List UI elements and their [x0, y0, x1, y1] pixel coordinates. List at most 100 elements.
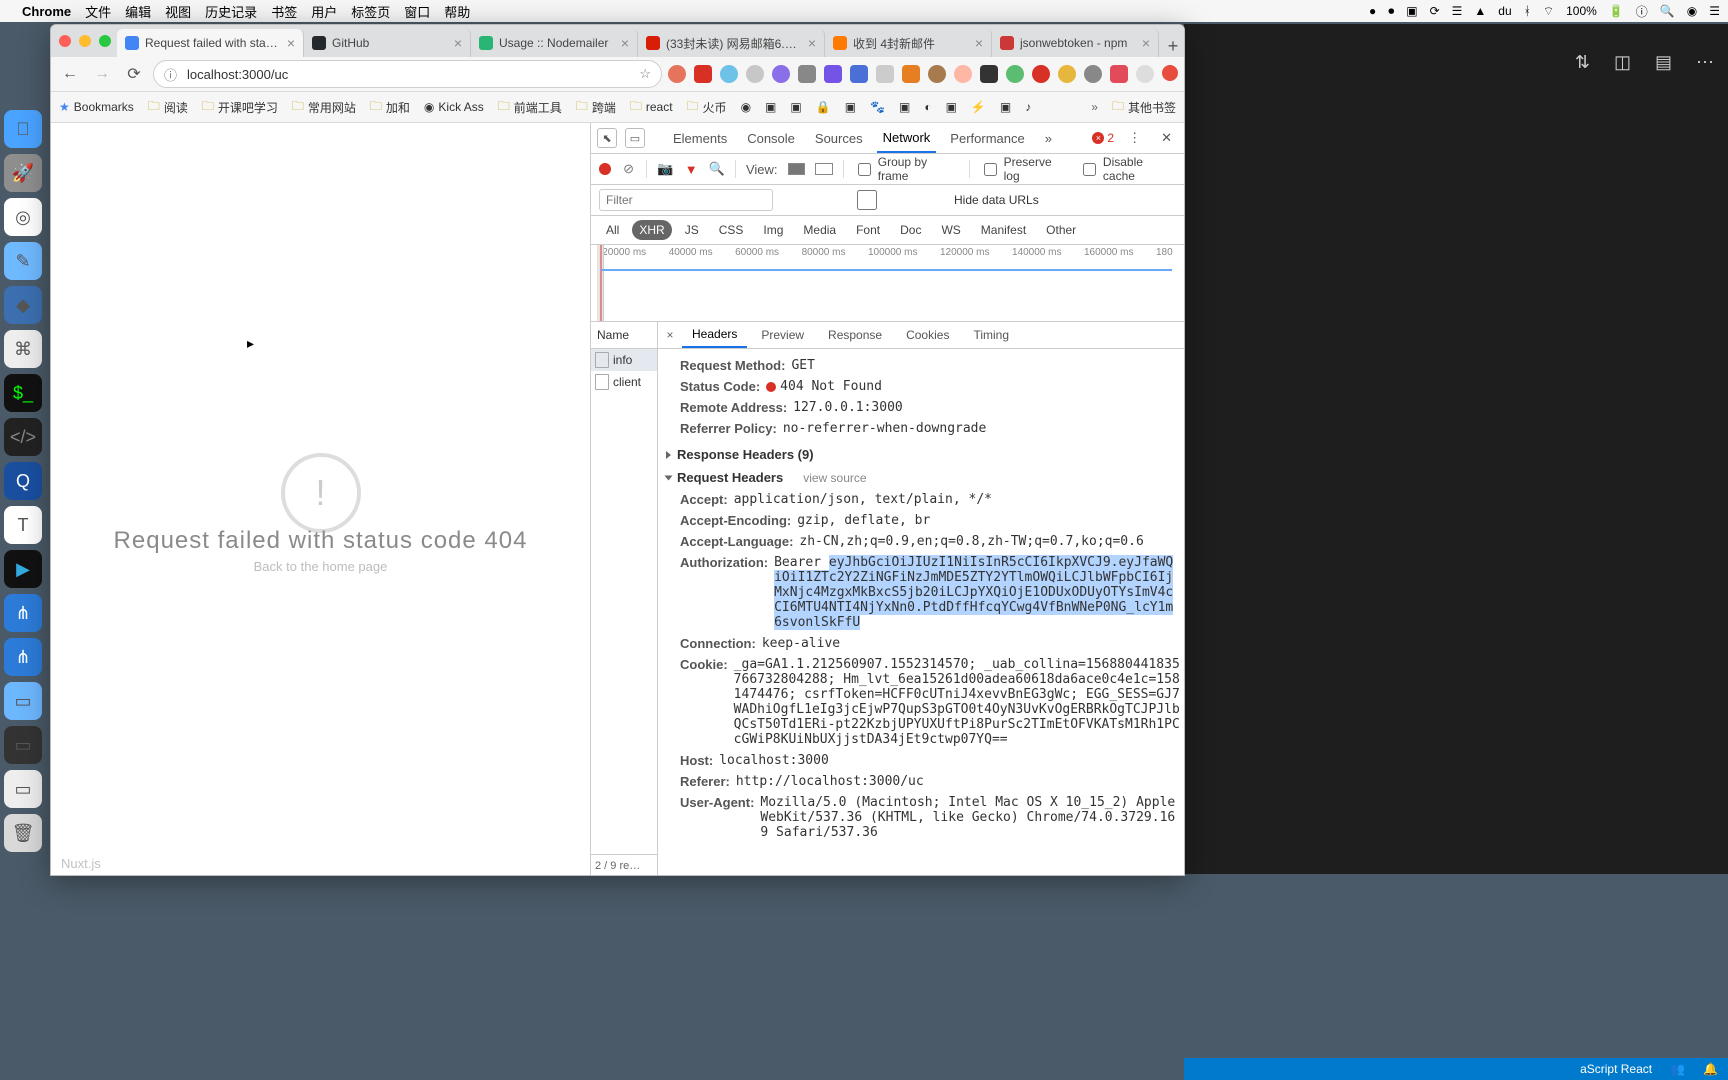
menu-item-window[interactable]: 窗口 [404, 2, 430, 21]
record-button[interactable] [599, 163, 611, 175]
extension-icon[interactable] [824, 65, 842, 83]
headers-panel[interactable]: Request Method:GET Status Code:404 Not F… [658, 349, 1184, 876]
search-icon[interactable]: 🔍 [1660, 4, 1675, 18]
maximize-window-button[interactable] [99, 35, 111, 47]
tabs-overflow[interactable]: » [1039, 125, 1058, 152]
type-all[interactable]: All [599, 220, 626, 240]
extension-icon[interactable] [772, 65, 790, 83]
split-editor-icon[interactable]: ◫ [1614, 52, 1631, 73]
detail-tab-headers[interactable]: Headers [682, 322, 747, 348]
git-compare-icon[interactable]: ⇅ [1575, 52, 1590, 73]
clear-icon[interactable]: ⊘ [621, 161, 637, 177]
extension-icon[interactable] [798, 65, 816, 83]
status-icon[interactable]: du [1498, 4, 1511, 18]
status-icon[interactable]: ⟳ [1430, 4, 1440, 18]
dock-item-app[interactable]: ◆ [4, 286, 42, 324]
type-other[interactable]: Other [1039, 220, 1083, 240]
browser-tab[interactable]: jsonwebtoken - npm× [992, 29, 1159, 57]
dock-item-app[interactable]: Q [4, 462, 42, 500]
url-input[interactable] [185, 66, 631, 83]
feedback-icon[interactable]: 👥 [1670, 1062, 1685, 1076]
bookmark-item[interactable]: ◉Kick Ass [424, 100, 484, 114]
network-waterfall[interactable]: 20000 ms 40000 ms 60000 ms 80000 ms 1000… [591, 245, 1184, 322]
extension-icon[interactable] [980, 65, 998, 83]
dock-item-app[interactable]: ⌘ [4, 330, 42, 368]
extension-icon[interactable] [1032, 65, 1050, 83]
close-tab-icon[interactable]: × [454, 36, 462, 50]
waterfall-icon[interactable] [815, 163, 833, 175]
app-name[interactable]: Chrome [22, 4, 71, 19]
close-window-button[interactable] [59, 35, 71, 47]
bookmark-folder[interactable]: 🗀常用网站 [292, 97, 356, 118]
type-font[interactable]: Font [849, 220, 887, 240]
browser-tab[interactable]: 收到 4封新邮件× [825, 29, 992, 57]
other-bookmarks[interactable]: 🗀其他书签 [1112, 97, 1176, 118]
name-column-header[interactable]: Name [591, 322, 657, 349]
menu-item-edit[interactable]: 编辑 [125, 2, 151, 21]
bookmark-folder[interactable]: 🗀阅读 [148, 97, 188, 118]
close-tab-icon[interactable]: × [975, 36, 983, 50]
devtools-menu-icon[interactable]: ⋮ [1122, 124, 1147, 152]
extension-icon[interactable] [1058, 65, 1076, 83]
bookmarks-overflow[interactable]: » [1091, 100, 1098, 114]
extension-icon[interactable] [1110, 65, 1128, 83]
status-icon[interactable]: ▣ [1406, 4, 1417, 18]
type-xhr[interactable]: XHR [632, 220, 671, 240]
reload-button[interactable]: ⟳ [121, 61, 147, 87]
status-icon[interactable]: ⏺ [1388, 4, 1394, 19]
type-media[interactable]: Media [796, 220, 843, 240]
close-details-icon[interactable]: × [662, 328, 678, 342]
siri-icon[interactable]: ◉ [1687, 4, 1697, 18]
bookmark-folder[interactable]: 🗀加和 [370, 97, 410, 118]
type-manifest[interactable]: Manifest [974, 220, 1033, 240]
extension-icon[interactable] [1084, 65, 1102, 83]
url-box[interactable]: ⓘ ☆ [153, 60, 662, 88]
dock-item-folder[interactable]: ▭ [4, 726, 42, 764]
tab-network[interactable]: Network [877, 124, 937, 153]
close-tab-icon[interactable]: × [1142, 36, 1150, 50]
extension-icon[interactable] [668, 65, 686, 83]
menu-item-bookmark[interactable]: 书签 [271, 2, 297, 21]
status-icon[interactable]: ☰ [1452, 4, 1463, 18]
tab-console[interactable]: Console [741, 125, 801, 152]
dock-item-launchpad[interactable]: 🚀 [4, 154, 42, 192]
device-mode-icon[interactable]: ▭ [625, 128, 645, 148]
minimize-window-button[interactable] [79, 35, 91, 47]
close-tab-icon[interactable]: × [287, 36, 295, 50]
dock-item-folder[interactable]: ▭ [4, 682, 42, 720]
bookmark-item[interactable]: ▣ [1000, 100, 1011, 114]
bookmark-folder[interactable]: 🗀前端工具 [498, 97, 562, 118]
extension-icon[interactable] [694, 65, 712, 83]
dock-item-chrome[interactable]: ◎ [4, 198, 42, 236]
bookmark-item[interactable]: ▣ [899, 100, 910, 114]
detail-tab-response[interactable]: Response [818, 323, 892, 347]
type-img[interactable]: Img [756, 220, 790, 240]
browser-tab[interactable]: Usage :: Nodemailer× [471, 29, 638, 57]
extension-icon[interactable] [928, 65, 946, 83]
bookmark-folder[interactable]: 🗀react [630, 97, 673, 118]
bookmark-folder[interactable]: 🗀火币 [687, 97, 727, 118]
bookmark-item[interactable]: ♪ [1025, 100, 1031, 114]
type-ws[interactable]: WS [934, 220, 967, 240]
type-js[interactable]: JS [678, 220, 706, 240]
response-headers-section[interactable]: Response Headers (9) [666, 447, 1180, 462]
tab-elements[interactable]: Elements [667, 125, 733, 152]
layout-icon[interactable]: ▤ [1655, 52, 1672, 73]
dock-item-vscode[interactable]: ⋔ [4, 638, 42, 676]
menu-item-view[interactable]: 视图 [165, 2, 191, 21]
inspect-icon[interactable]: ⬉ [597, 128, 617, 148]
bookmark-folder[interactable]: 🗀开课吧学习 [202, 97, 278, 118]
browser-tab[interactable]: GitHub× [304, 29, 471, 57]
detail-tab-cookies[interactable]: Cookies [896, 323, 959, 347]
group-by-frame-checkbox[interactable]: Group by frame [854, 155, 959, 183]
extension-icon[interactable] [746, 65, 764, 83]
request-headers-section[interactable]: Request Headersview source [666, 470, 1180, 485]
status-language[interactable]: aScript React [1580, 1062, 1652, 1076]
detail-tab-timing[interactable]: Timing [963, 323, 1019, 347]
bookmark-item[interactable]: ▣ [946, 100, 957, 114]
menu-item-tabs[interactable]: 标签页 [351, 2, 390, 21]
back-button[interactable]: ← [57, 61, 83, 87]
record-icon[interactable] [1162, 65, 1178, 81]
browser-tab[interactable]: Request failed with statu…× [117, 29, 304, 57]
back-home-link[interactable]: Back to the home page [51, 559, 590, 574]
